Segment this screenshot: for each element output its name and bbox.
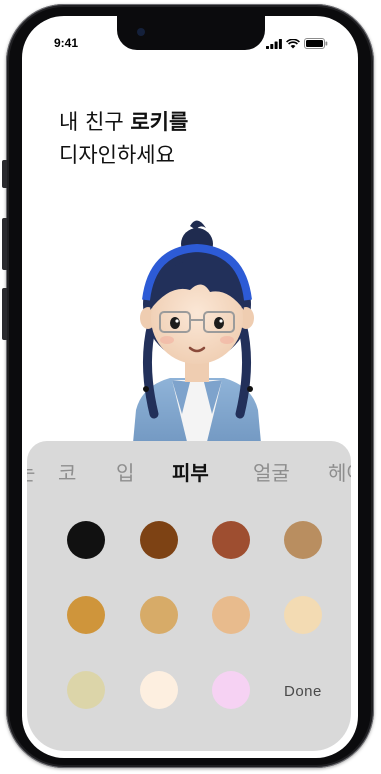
skin-swatch[interactable] — [140, 521, 178, 559]
tab-nose[interactable]: 코 — [58, 457, 76, 486]
app-screen: 9:41 내 친구 로키를 디자인하세요 코 입 피부 얼굴 헤 Done — [22, 16, 358, 758]
status-icons — [266, 38, 328, 49]
skin-swatch[interactable] — [140, 596, 178, 634]
title-line-2: 디자인하세요 — [59, 143, 175, 167]
category-tabs: 눈 코 입 피부 얼굴 헤어 — [27, 451, 351, 491]
skin-swatch[interactable] — [284, 521, 322, 559]
cellular-signal-icon — [266, 38, 282, 49]
tab-eyes[interactable]: 눈 — [27, 457, 35, 486]
skin-swatch[interactable] — [212, 671, 250, 709]
battery-icon — [304, 38, 328, 49]
title-prefix: 내 친구 — [59, 110, 131, 134]
page-title: 내 친구 로키를 디자인하세요 — [59, 106, 188, 172]
mute-switch — [2, 160, 7, 188]
status-time: 9:41 — [54, 36, 79, 50]
title-bold-name: 로키를 — [130, 110, 189, 134]
notch — [117, 16, 265, 50]
wifi-icon — [286, 38, 300, 48]
skin-swatch[interactable] — [284, 596, 322, 634]
tab-mouth[interactable]: 입 — [116, 457, 134, 486]
customization-panel: 눈 코 입 피부 얼굴 헤어 Done — [27, 441, 351, 751]
tab-skin[interactable]: 피부 — [172, 457, 209, 486]
skin-swatch[interactable] — [67, 521, 105, 559]
skin-swatch[interactable] — [67, 671, 105, 709]
skin-swatch[interactable] — [140, 671, 178, 709]
skin-swatch[interactable] — [212, 596, 250, 634]
volume-down-button — [2, 288, 7, 340]
volume-up-button — [2, 218, 7, 270]
tab-face[interactable]: 얼굴 — [253, 457, 290, 486]
done-button[interactable]: Done — [284, 683, 322, 700]
tab-hair[interactable]: 헤어 — [328, 457, 351, 486]
front-camera — [137, 28, 145, 36]
skin-swatch[interactable] — [212, 521, 250, 559]
avatar-character — [132, 220, 262, 454]
skin-swatch[interactable] — [67, 596, 105, 634]
